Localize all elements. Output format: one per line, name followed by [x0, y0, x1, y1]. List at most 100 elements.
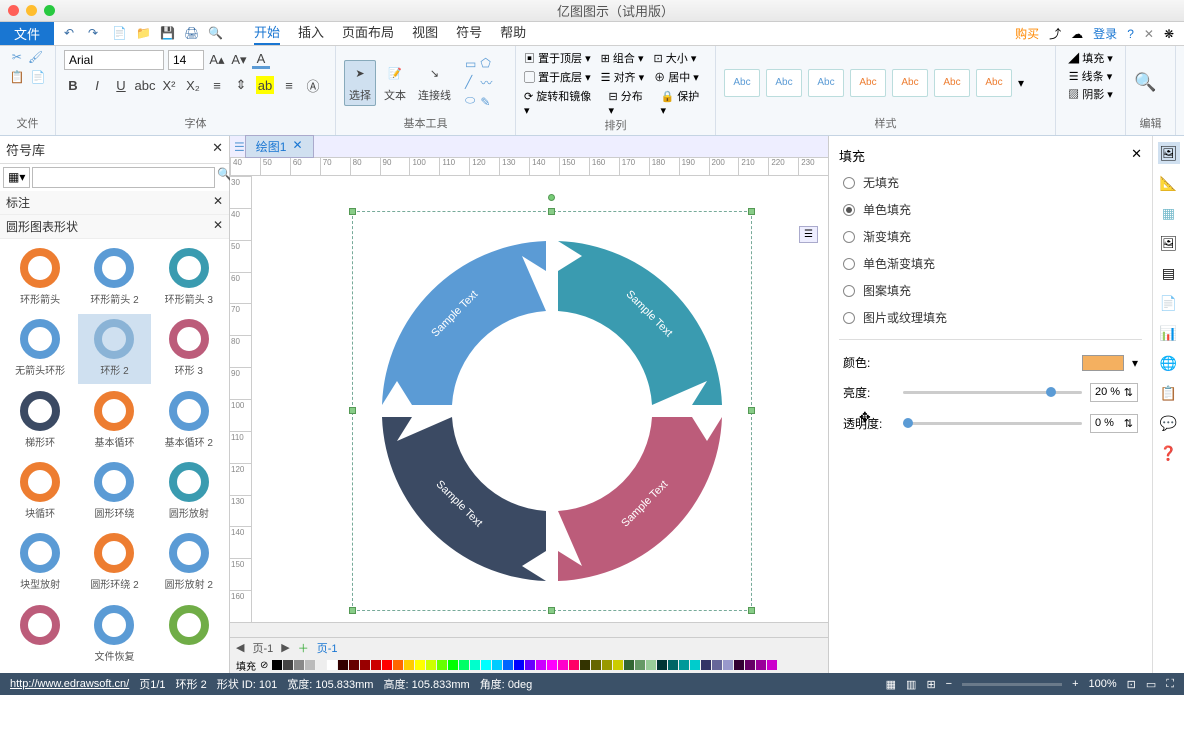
size-button[interactable]: ⊡ 大小 ▾ — [654, 50, 697, 66]
align-button[interactable]: ≡ — [280, 76, 298, 94]
brightness-value[interactable]: 20 %⇅ — [1090, 383, 1138, 402]
color-swatch[interactable] — [679, 660, 689, 670]
outline-button[interactable]: ☰ 线条 ▾ — [1069, 68, 1113, 84]
library-search-input[interactable] — [32, 167, 215, 188]
style-preset-6[interactable]: Abc — [934, 69, 970, 97]
shape-5[interactable]: 环形 3 — [153, 314, 225, 383]
font-size-select[interactable] — [168, 50, 204, 70]
color-swatch[interactable] — [503, 660, 513, 670]
font-dialog-button[interactable]: Ⓐ — [304, 76, 322, 94]
fit-page-icon[interactable]: ⊡ — [1127, 678, 1136, 691]
next-page-icon[interactable]: ▶ — [281, 641, 289, 654]
menu-help[interactable]: 帮助 — [500, 22, 526, 45]
color-swatch[interactable] — [723, 660, 733, 670]
color-swatch[interactable] — [602, 660, 612, 670]
decrease-font-icon[interactable]: A▾ — [230, 51, 248, 69]
shape-1[interactable]: 环形箭头 2 — [78, 243, 150, 312]
minimize-window[interactable] — [26, 5, 37, 16]
status-url[interactable]: http://www.edrawsoft.cn/ — [10, 678, 129, 690]
bold-button[interactable]: B — [64, 76, 82, 94]
shape-9[interactable]: 块循环 — [4, 457, 76, 526]
save-icon[interactable]: 💾 — [160, 26, 176, 42]
shape-6[interactable]: 梯形环 — [4, 386, 76, 455]
flower-icon[interactable]: ❋ — [1164, 27, 1174, 41]
color-swatch[interactable] — [558, 660, 568, 670]
help-panel-icon[interactable]: ❓ — [1158, 442, 1180, 464]
color-swatch[interactable] — [470, 660, 480, 670]
action-hint-icon[interactable]: ☰ — [799, 226, 818, 243]
color-swatch[interactable] — [481, 660, 491, 670]
canvas[interactable]: Sample Text Sample Text Sample Text Samp… — [252, 176, 828, 622]
category-annotation[interactable]: 标注 — [6, 194, 30, 211]
highlight-button[interactable]: ab — [256, 76, 274, 94]
color-swatch[interactable] — [690, 660, 700, 670]
color-swatch[interactable] — [514, 660, 524, 670]
color-swatch[interactable] — [624, 660, 634, 670]
line-spacing-button[interactable]: ⇕ — [232, 76, 250, 94]
shape-2[interactable]: 环形箭头 3 — [153, 243, 225, 312]
protect-button[interactable]: 🔒 保护 ▾ — [661, 88, 707, 117]
zoom-out-icon[interactable]: − — [946, 678, 952, 690]
color-swatch[interactable] — [305, 660, 315, 670]
superscript-button[interactable]: X² — [160, 76, 178, 94]
underline-button[interactable]: U — [112, 76, 130, 94]
cut-icon[interactable]: ✂ — [12, 50, 22, 64]
copy-icon[interactable]: 📋 — [10, 70, 25, 84]
color-swatch[interactable] — [272, 660, 282, 670]
color-swatch[interactable] — [745, 660, 755, 670]
page-select[interactable]: 页-1 — [252, 640, 273, 656]
paste-icon[interactable]: 📄 — [31, 70, 46, 84]
color-swatch[interactable] — [360, 660, 370, 670]
connector-tool[interactable]: ↘连接线 — [414, 61, 455, 105]
zoom-value[interactable]: 100% — [1089, 678, 1117, 690]
color-swatch[interactable] — [492, 660, 502, 670]
line-shape-icon[interactable]: ╱ — [465, 75, 476, 89]
no-color-icon[interactable]: ⊘ — [260, 660, 268, 671]
file-menu[interactable]: 文件 — [0, 22, 54, 45]
preview-icon[interactable]: 🔍 — [208, 26, 224, 42]
color-swatch[interactable] — [338, 660, 348, 670]
text-tool[interactable]: 📝文本 — [380, 61, 410, 105]
close-cat-icon[interactable]: ✕ — [213, 218, 223, 235]
color-swatch[interactable] — [547, 660, 557, 670]
full-screen-icon[interactable]: ⛶ — [1166, 678, 1174, 691]
shape-13[interactable]: 圆形环绕 2 — [78, 528, 150, 597]
share-icon[interactable]: ⤴ — [1049, 25, 1061, 42]
fill-tab-icon[interactable]: ▦ — [1158, 202, 1180, 224]
color-swatch[interactable] — [415, 660, 425, 670]
shape-7[interactable]: 基本循环 — [78, 386, 150, 455]
menu-layout[interactable]: 页面布局 — [342, 22, 394, 45]
close-cat-icon[interactable]: ✕ — [213, 194, 223, 211]
center-button[interactable]: ⊕ 居中 ▾ — [654, 69, 699, 85]
redo-icon[interactable]: ↷ — [88, 26, 104, 42]
world-icon[interactable]: 🌐 — [1158, 352, 1180, 374]
style-preset-4[interactable]: Abc — [850, 69, 886, 97]
theme-icon[interactable]: 🖼 — [1158, 142, 1180, 164]
color-swatch[interactable] — [448, 660, 458, 670]
shape-3[interactable]: 无箭头环形 — [4, 314, 76, 383]
color-picker[interactable] — [1082, 355, 1124, 371]
style-preset-7[interactable]: Abc — [976, 69, 1012, 97]
subscript-button[interactable]: X₂ — [184, 76, 202, 94]
new-icon[interactable]: 📄 — [112, 26, 128, 42]
close-window[interactable] — [8, 5, 19, 16]
color-swatch[interactable] — [283, 660, 293, 670]
undo-icon[interactable]: ↶ — [64, 26, 80, 42]
fit-width-icon[interactable]: ▭ — [1146, 678, 1156, 691]
login-link[interactable]: 登录 — [1093, 25, 1117, 42]
italic-button[interactable]: I — [88, 76, 106, 94]
color-swatch[interactable] — [371, 660, 381, 670]
polygon-shape-icon[interactable]: ⬠ — [480, 56, 492, 70]
style-preset-5[interactable]: Abc — [892, 69, 928, 97]
color-swatch[interactable] — [536, 660, 546, 670]
color-swatch[interactable] — [767, 660, 777, 670]
view-mode-2-icon[interactable]: ▥ — [906, 678, 916, 691]
picture-icon[interactable]: 🖼 — [1158, 232, 1180, 254]
view-mode-1-icon[interactable]: ▦ — [886, 678, 896, 691]
style-preset-3[interactable]: Abc — [808, 69, 844, 97]
layers-icon[interactable]: ▤ — [1158, 262, 1180, 284]
color-swatch[interactable] — [734, 660, 744, 670]
shape-17[interactable] — [153, 600, 225, 669]
horizontal-scrollbar[interactable] — [230, 622, 828, 637]
menu-start[interactable]: 开始 — [254, 22, 280, 45]
